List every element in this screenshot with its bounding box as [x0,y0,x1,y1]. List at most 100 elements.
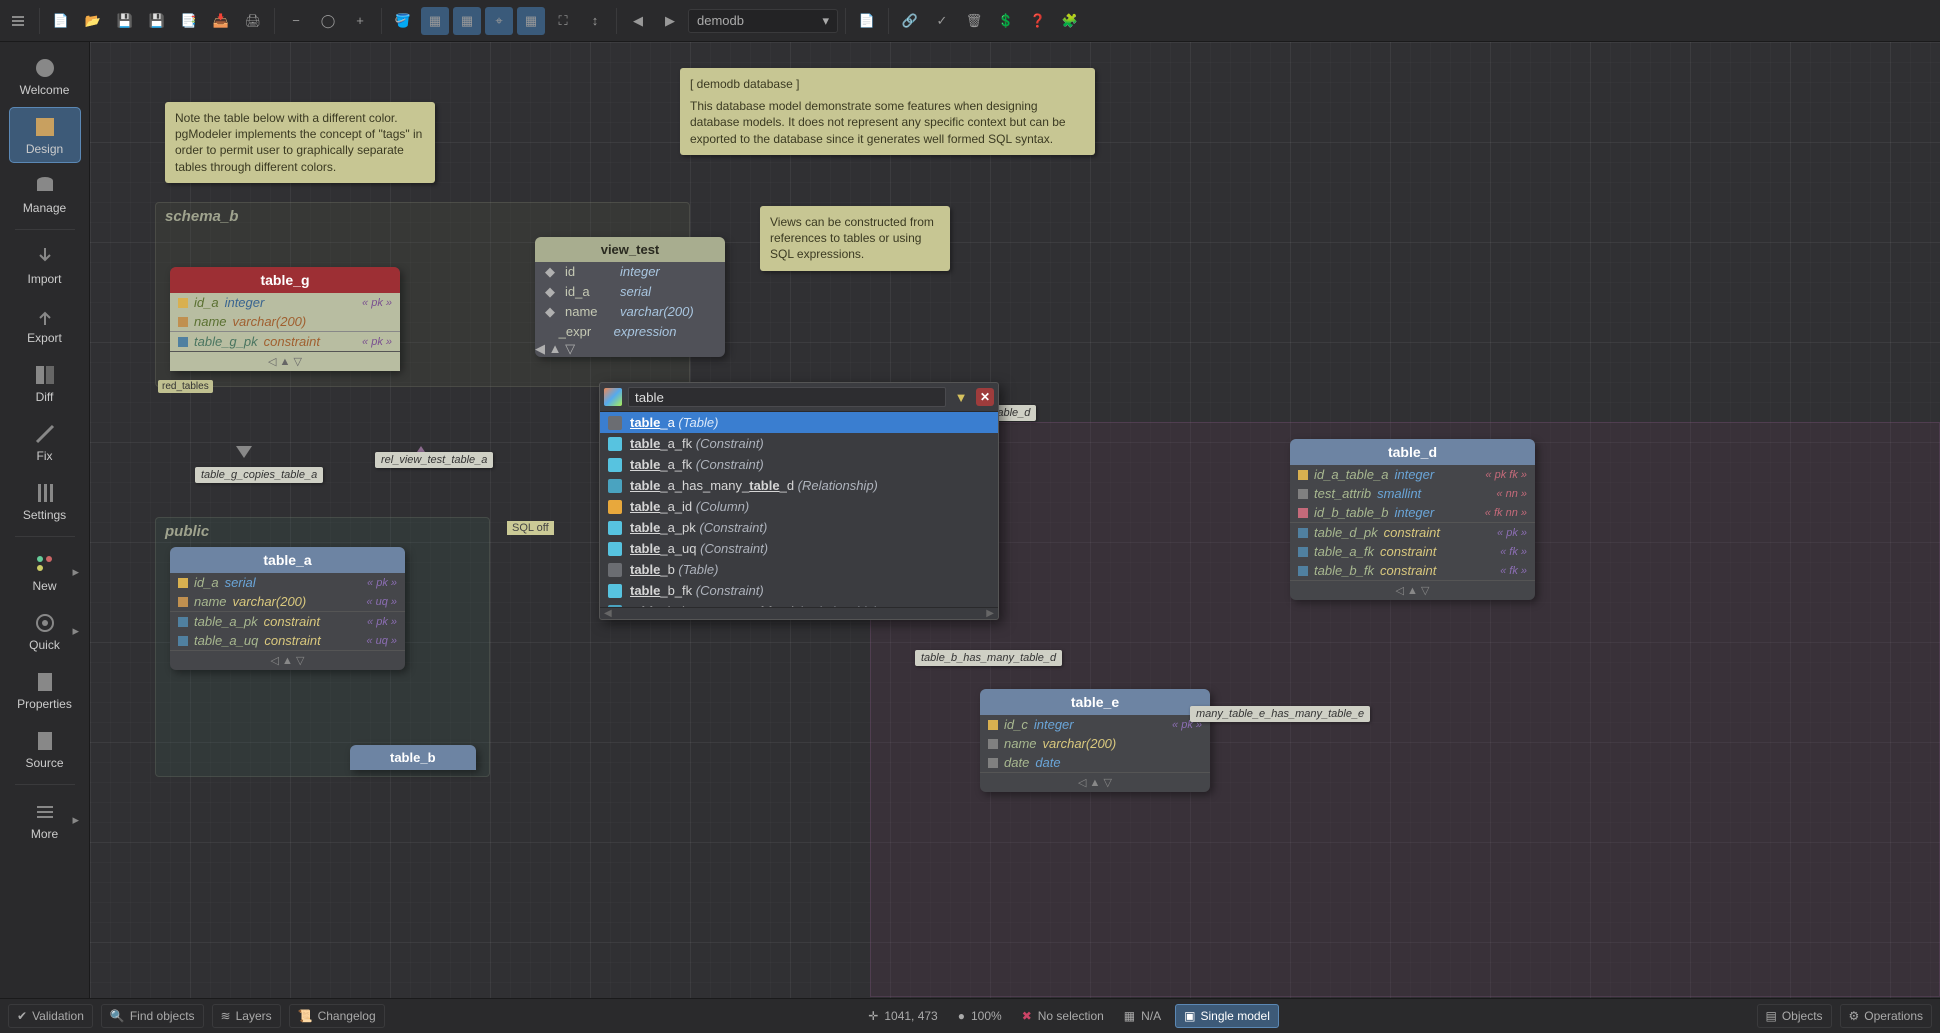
status-find-objects[interactable]: 🔍Find objects [101,1004,204,1028]
finder-item[interactable]: table_a_fk (Constraint) [600,454,998,475]
sidebar-item-quick[interactable]: Quick▸ [9,603,81,659]
arrange-icon[interactable]: ↕ [581,7,609,35]
model-selector[interactable]: demodb▾ [688,9,838,33]
sql-off-tag: SQL off [507,521,554,535]
crosshair-icon: ✛ [868,1009,878,1023]
import-icon[interactable]: 📥 [207,7,235,35]
status-objects[interactable]: ▤Objects [1757,1004,1832,1028]
table-g[interactable]: table_g id_ainteger« pk » namevarchar(20… [170,267,400,371]
sidebar-item-new[interactable]: New▸ [9,544,81,600]
fit-icon[interactable]: ⛶ [549,7,577,35]
source-icon [33,729,57,753]
status-validation[interactable]: ✔Validation [8,1004,93,1028]
rel-view-a: rel_view_test_table_a [375,452,493,468]
zoom-icon: ● [958,1009,965,1023]
rel-b-many-d: table_b_has_many_table_d [915,650,1062,666]
table-d[interactable]: table_d id_a_table_ainteger« pk fk » tes… [1290,439,1535,600]
finder-item[interactable]: table_a_has_many_table_d (Relationship) [600,475,998,496]
sidebar-item-import[interactable]: Import [9,237,81,293]
color-tool-icon[interactable]: 🪣 [389,7,417,35]
zoom-out-icon[interactable]: − [282,7,310,35]
operations-icon: ⚙ [1849,1009,1860,1023]
status-selection: ✖No selection [1016,1009,1110,1023]
grid-1-icon[interactable]: ▦ [421,7,449,35]
finder-item[interactable]: table_b_fk (Constraint) [600,580,998,601]
status-single-model[interactable]: ▣Single model [1175,1004,1279,1028]
sidebar-item-diff[interactable]: Diff [9,355,81,411]
menu-icon[interactable] [4,7,32,35]
view-test[interactable]: view_test ◆idinteger ◆id_aserial ◆nameva… [535,237,725,357]
prev-icon[interactable]: ◀ [624,7,652,35]
sidebar-item-properties[interactable]: Properties [9,662,81,718]
sidebar-item-source[interactable]: Source [9,721,81,777]
design-canvas[interactable]: schema_b public Note the table below wit… [90,42,1940,998]
table-a[interactable]: table_a id_aserial« pk » namevarchar(200… [170,547,405,670]
finder-item[interactable]: table_a (Table) [600,412,998,433]
snap-icon[interactable]: ⌖ [485,7,513,35]
zoom-in-icon[interactable]: + [346,7,374,35]
note-views: Views can be constructed from references… [760,206,950,271]
view-test-header: view_test [535,237,725,262]
next-icon[interactable]: ▶ [656,7,684,35]
print-icon[interactable]: 🖨 [239,7,267,35]
schema-b-label: schema_b [165,208,238,225]
finder-item[interactable]: table_a_uq (Constraint) [600,538,998,559]
status-layers[interactable]: ≋Layers [212,1004,281,1028]
close-icon[interactable]: ✕ [976,388,994,406]
cost-icon[interactable]: 💲 [992,7,1020,35]
objects-icon: ▤ [1766,1009,1777,1023]
save-icon[interactable]: 💾 [111,7,139,35]
grid-2-icon[interactable]: ▦ [453,7,481,35]
design-icon [33,115,57,139]
search-icon: 🔍 [110,1009,125,1023]
diff-icon [33,363,57,387]
more-icon [33,800,57,824]
table-e[interactable]: table_e id_cinteger« pk » namevarchar(20… [980,689,1210,792]
model-icon: ▣ [1184,1009,1195,1023]
filter-icon[interactable]: ▼ [952,388,970,406]
zoom-fit-icon[interactable]: ◯ [314,7,342,35]
finder-input[interactable] [628,387,946,407]
sidebar-item-welcome[interactable]: Welcome [9,48,81,104]
finder-item[interactable]: table_a_id (Column) [600,496,998,517]
changelog-icon: 📜 [298,1009,313,1023]
note-db-title: [ demodb database ] [690,76,1085,92]
export-doc-icon[interactable]: 📑 [175,7,203,35]
status-operations[interactable]: ⚙Operations [1840,1004,1932,1028]
note-db: [ demodb database ] This database model … [680,68,1095,155]
export-icon [33,304,57,328]
save-as-icon[interactable]: 💾 [143,7,171,35]
settings-icon [33,481,57,505]
public-label: public [165,523,209,540]
deps-icon[interactable]: 🔗 [896,7,924,35]
note-tags: Note the table below with a different co… [165,102,435,183]
sidebar-item-manage[interactable]: Manage [9,166,81,222]
new-obj-icon[interactable]: 📄 [853,7,881,35]
sidebar-item-fix[interactable]: Fix [9,414,81,470]
rel-g-copies-a: table_g_copies_table_a [195,467,323,483]
sidebar-item-more[interactable]: More▸ [9,792,81,848]
rel-arrow-icon [236,446,252,458]
note-db-body: This database model demonstrate some fea… [690,98,1085,147]
trash-icon[interactable]: 🗑 [960,7,988,35]
help-icon[interactable]: ❓ [1024,7,1052,35]
status-coords: ✛1041, 473 [862,1009,943,1023]
grid-3-icon[interactable]: ▦ [517,7,545,35]
status-changelog[interactable]: 📜Changelog [289,1004,385,1028]
sidebar-item-settings[interactable]: Settings [9,473,81,529]
new-file-icon[interactable]: 📄 [47,7,75,35]
sidebar-item-design[interactable]: Design [9,107,81,163]
new-icon [33,552,57,576]
table-g-header: table_g [170,267,400,293]
sidebar-item-export[interactable]: Export [9,296,81,352]
plugin-icon[interactable]: 🧩 [1056,7,1084,35]
left-sidebar: Welcome Design Manage Import Export Diff… [0,42,90,998]
finder-item[interactable]: table_a_pk (Constraint) [600,517,998,538]
finder-item[interactable]: table_b (Table) [600,559,998,580]
finder-app-icon [604,388,622,406]
finder-item[interactable]: table_a_fk (Constraint) [600,433,998,454]
finder-results[interactable]: table_a (Table)table_a_fk (Constraint)ta… [600,412,998,607]
open-icon[interactable]: 📂 [79,7,107,35]
validate-icon[interactable]: ✓ [928,7,956,35]
table-b[interactable]: table_b [350,745,476,770]
